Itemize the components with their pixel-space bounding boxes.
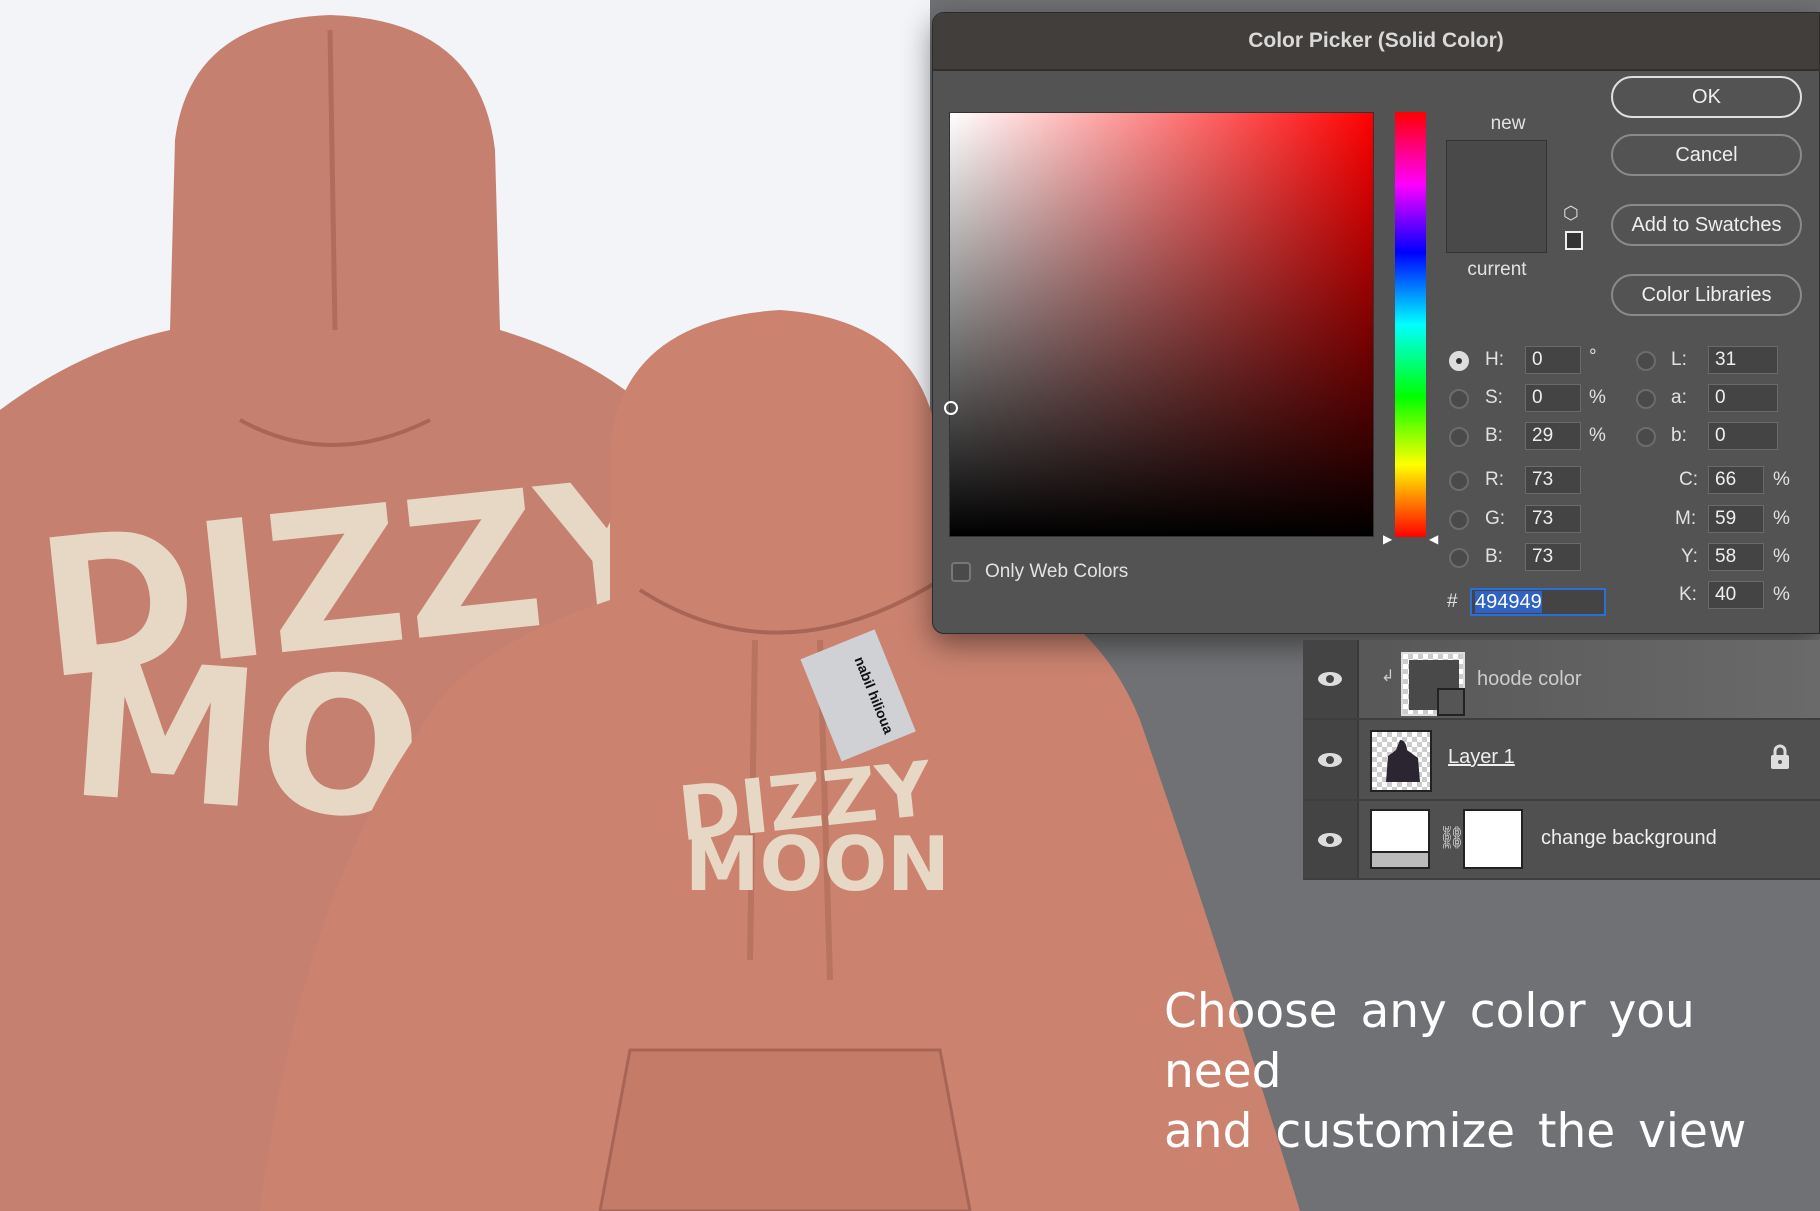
web-safe-swatch-icon[interactable] (1565, 231, 1583, 250)
link-chain-icon[interactable]: ⛓ (1438, 825, 1466, 851)
only-web-colors-checkbox[interactable] (951, 562, 971, 582)
layer-row-layer-1[interactable]: Layer 1 (1303, 720, 1820, 801)
transform-icon (1437, 688, 1465, 716)
b-label: b: (1671, 425, 1687, 446)
levels-adjustment-thumbnail (1370, 809, 1430, 869)
front-print: DIZZY MOON (674, 744, 950, 908)
radio-red[interactable] (1449, 471, 1469, 491)
caption-line-1: Choose any color you need (1164, 984, 1695, 1099)
visibility-eye-icon[interactable] (1303, 640, 1359, 718)
lock-icon[interactable] (1769, 744, 1791, 770)
saturation-brightness-field[interactable] (944, 112, 1374, 537)
lightness-input[interactable]: 31 (1708, 346, 1778, 374)
current-label: current (1467, 259, 1527, 280)
layer-thumbnail (1370, 730, 1432, 792)
radio-lightness[interactable] (1636, 351, 1656, 371)
magenta-input[interactable]: 59 (1708, 505, 1764, 533)
dialog-title: Color Picker (Solid Color) (933, 13, 1819, 71)
ok-button[interactable]: OK (1611, 76, 1802, 118)
front-print-bottom-text: MOON (685, 820, 950, 908)
layer-name[interactable]: Layer 1 (1448, 746, 1515, 769)
red-label: R: (1485, 469, 1504, 490)
a-label: a: (1671, 387, 1687, 408)
yellow-label: Y: (1681, 546, 1698, 567)
radio-a[interactable] (1636, 389, 1656, 409)
cyan-unit: % (1773, 469, 1790, 490)
black-unit: % (1773, 584, 1790, 605)
layer-row-hoode-color[interactable]: ↲ hoode color (1303, 640, 1820, 720)
hue-slider-right-handle-icon[interactable]: ◀ (1429, 532, 1438, 546)
magenta-unit: % (1773, 508, 1790, 529)
clipping-arrow-icon: ↲ (1381, 668, 1395, 685)
cyan-label: C: (1679, 469, 1698, 490)
lightness-label: L: (1671, 349, 1687, 370)
color-libraries-button[interactable]: Color Libraries (1611, 274, 1802, 316)
hex-label: # (1447, 591, 1458, 612)
caption-line-2: and customize the view (1164, 1104, 1747, 1159)
cyan-input[interactable]: 66 (1708, 466, 1764, 494)
hue-unit: ° (1589, 346, 1597, 367)
red-input[interactable]: 73 (1525, 466, 1581, 494)
saturation-unit: % (1589, 387, 1606, 408)
a-input[interactable]: 0 (1708, 384, 1778, 412)
hue-label: H: (1485, 349, 1504, 370)
layer-name[interactable]: hoode color (1477, 668, 1582, 691)
blue-label: B: (1485, 546, 1503, 567)
layers-panel: ↲ hoode color Layer 1 ⛓ change backgroun… (1303, 640, 1820, 880)
radio-blue[interactable] (1449, 548, 1469, 568)
new-label: new (1490, 113, 1526, 134)
only-web-colors-label: Only Web Colors (985, 561, 1129, 582)
radio-saturation[interactable] (1449, 389, 1469, 409)
black-input[interactable]: 40 (1708, 581, 1764, 609)
layer-mask-thumbnail[interactable] (1463, 809, 1523, 869)
cancel-button[interactable]: Cancel (1611, 134, 1802, 176)
radio-green[interactable] (1449, 510, 1469, 530)
add-to-swatches-button[interactable]: Add to Swatches (1611, 204, 1802, 246)
radio-hue[interactable] (1449, 351, 1469, 371)
blue-input[interactable]: 73 (1525, 543, 1581, 571)
green-input[interactable]: 73 (1525, 505, 1581, 533)
saturation-input[interactable]: 0 (1525, 384, 1581, 412)
hue-input[interactable]: 0 (1525, 346, 1581, 374)
new-current-swatch[interactable] (1446, 140, 1547, 253)
hex-value: 494949 (1475, 591, 1542, 613)
color-picker-dialog: Color Picker (Solid Color) ▶ ◀ new curre… (932, 12, 1820, 634)
visibility-eye-icon[interactable] (1303, 801, 1359, 878)
brightness-input[interactable]: 29 (1525, 422, 1581, 450)
visibility-eye-icon[interactable] (1303, 720, 1359, 799)
brightness-unit: % (1589, 425, 1606, 446)
brightness-label: B: (1485, 425, 1503, 446)
b-input[interactable]: 0 (1708, 422, 1778, 450)
radio-b[interactable] (1636, 427, 1656, 447)
layer-name[interactable]: change background (1541, 827, 1717, 850)
saturation-label: S: (1485, 387, 1503, 408)
promo-caption: Choose any color you need and customize … (1164, 982, 1820, 1162)
hue-slider[interactable] (1395, 112, 1426, 537)
green-label: G: (1485, 508, 1506, 529)
black-label: K: (1679, 584, 1697, 605)
gamut-cube-icon[interactable]: ⬡ (1563, 203, 1579, 224)
magenta-label: M: (1675, 508, 1697, 529)
color-cursor[interactable] (944, 401, 958, 415)
hue-slider-left-handle-icon[interactable]: ▶ (1383, 532, 1392, 546)
yellow-input[interactable]: 58 (1708, 543, 1764, 571)
layer-row-change-background[interactable]: ⛓ change background (1303, 801, 1820, 880)
radio-brightness[interactable] (1449, 427, 1469, 447)
fill-layer-thumbnail (1401, 652, 1465, 716)
yellow-unit: % (1773, 546, 1790, 567)
hex-input[interactable]: 494949 (1470, 588, 1606, 616)
